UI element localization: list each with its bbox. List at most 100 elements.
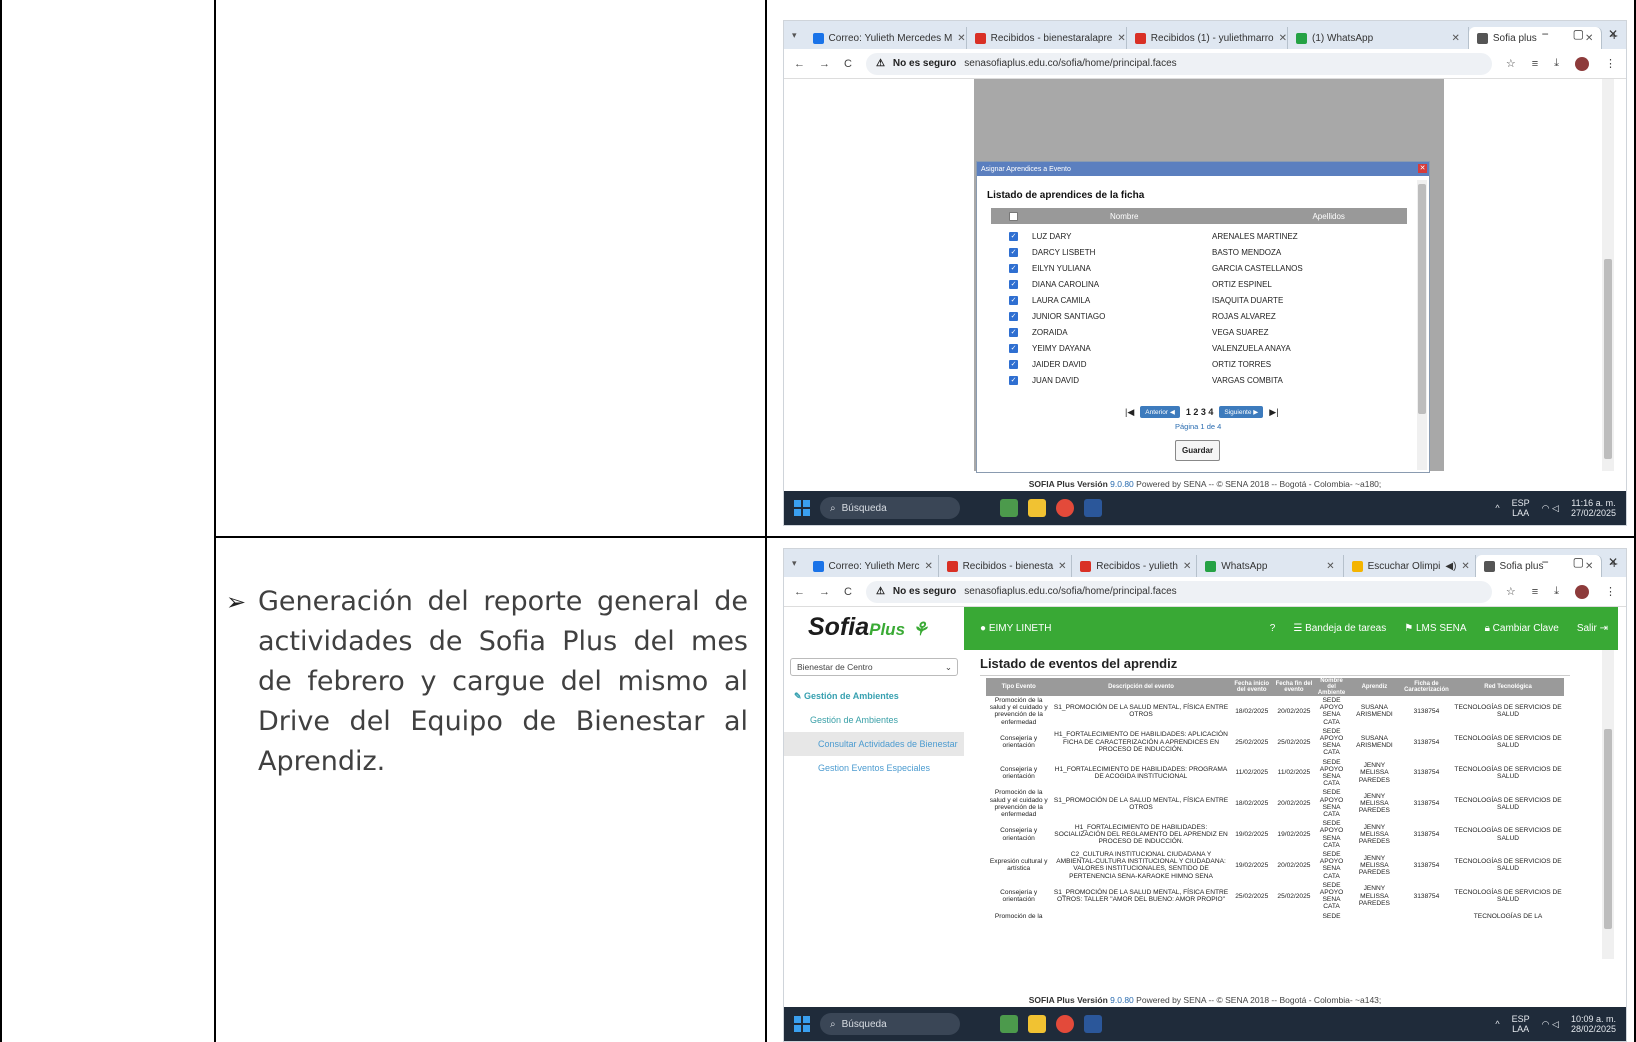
forward-icon[interactable]: → — [819, 586, 830, 598]
browser-tab[interactable]: Correo: Yulieth Mercedes M ✕ — [805, 27, 967, 49]
close-icon[interactable]: ✕ — [1326, 561, 1334, 572]
restore-icon[interactable]: ▢ — [1573, 555, 1584, 569]
browser-tab[interactable]: (1) WhatsApp ✕ — [1288, 27, 1469, 49]
clock[interactable]: 11:16 a. m. 27/02/2025 — [1571, 498, 1616, 518]
student-checkbox[interactable]: ✓ — [1009, 311, 1018, 321]
page-scrollbar-thumb[interactable] — [1604, 729, 1612, 929]
minimize-icon[interactable]: − — [1542, 27, 1549, 41]
star-icon[interactable]: ☆ — [1506, 585, 1516, 598]
role-select[interactable]: Bienestar de Centro ⌄ — [790, 658, 958, 676]
student-checkbox[interactable]: ✓ — [1009, 343, 1018, 353]
profile-avatar[interactable] — [1575, 584, 1589, 599]
wifi-icon[interactable]: ◠ ◁ — [1542, 503, 1559, 514]
browser-tab[interactable]: Escuchar Olimpi ◀) ✕ — [1344, 555, 1476, 577]
profile-avatar[interactable] — [1575, 56, 1589, 71]
student-checkbox[interactable]: ✓ — [1009, 247, 1018, 257]
reload-icon[interactable]: C — [844, 586, 852, 598]
folder-icon[interactable] — [1028, 1015, 1046, 1033]
chrome-icon[interactable] — [1056, 499, 1074, 517]
first-page-icon[interactable]: |◀ — [1125, 407, 1134, 418]
sidebar-item-consultar[interactable]: Consultar Actividades de Bienestar — [784, 732, 964, 756]
browser-tab[interactable]: Recibidos - yulieth ✕ — [1072, 555, 1198, 577]
wifi-icon[interactable]: ◠ ◁ — [1542, 1019, 1559, 1030]
last-page-icon[interactable]: ▶| — [1269, 407, 1278, 418]
select-all-checkbox[interactable] — [1009, 211, 1018, 221]
word-icon[interactable] — [1084, 1015, 1102, 1033]
browser-tab[interactable]: WhatsApp ✕ — [1197, 555, 1344, 577]
prev-button[interactable]: Anterior ◀ — [1140, 406, 1180, 418]
back-icon[interactable]: ← — [794, 58, 805, 70]
student-checkbox[interactable]: ✓ — [1009, 359, 1018, 369]
page-scrollbar-thumb[interactable] — [1604, 259, 1612, 459]
language-indicator[interactable]: ESP LAA — [1512, 498, 1530, 518]
forward-icon[interactable]: → — [819, 58, 830, 70]
close-icon[interactable]: ✕ — [1058, 561, 1066, 572]
page-numbers[interactable]: 1 2 3 4 — [1186, 407, 1214, 417]
widget-icon[interactable] — [1000, 1015, 1018, 1033]
close-icon[interactable]: ✕ — [957, 33, 965, 44]
student-checkbox[interactable]: ✓ — [1009, 231, 1018, 241]
close-window-icon[interactable]: ✕ — [1608, 555, 1618, 569]
chrome-icon[interactable] — [1056, 1015, 1074, 1033]
table-cell: 20/02/2025 — [1277, 707, 1311, 715]
close-icon[interactable]: ✕ — [1183, 561, 1191, 572]
restore-icon[interactable]: ▢ — [1573, 27, 1584, 41]
table-cell: H1_FORTALECIMIENTO DE HABILIDADES: PROGR… — [1054, 765, 1228, 781]
folder-icon[interactable] — [1028, 499, 1046, 517]
word-icon[interactable] — [1084, 499, 1102, 517]
student-checkbox[interactable]: ✓ — [1009, 375, 1018, 385]
modal-close-icon[interactable]: ✕ — [1418, 164, 1427, 173]
modal-scrollbar-thumb[interactable] — [1418, 184, 1426, 414]
close-icon[interactable]: ✕ — [1461, 561, 1469, 572]
minimize-icon[interactable]: − — [1542, 555, 1549, 569]
student-checkbox[interactable]: ✓ — [1009, 295, 1018, 305]
sidebar-sub-ambientes[interactable]: Gestión de Ambientes — [784, 708, 964, 732]
browser-tab[interactable]: Correo: Yulieth Merc ✕ — [805, 555, 939, 577]
student-checkbox[interactable]: ✓ — [1009, 263, 1018, 273]
close-icon[interactable]: ✕ — [925, 561, 933, 572]
taskbar-search[interactable]: ⌕ Búsqueda — [820, 1013, 960, 1035]
prev-label: Anterior — [1145, 409, 1169, 416]
tab-menu-icon[interactable]: ▾ — [784, 558, 805, 569]
menu-tasks[interactable]: ☰ Bandeja de tareas — [1293, 623, 1386, 634]
star-icon[interactable]: ☆ — [1506, 57, 1516, 70]
menu-password-label: Cambiar Clave — [1492, 623, 1559, 634]
sidebar-item-eventos[interactable]: Gestion Eventos Especiales — [784, 756, 964, 780]
student-checkbox[interactable]: ✓ — [1009, 279, 1018, 289]
sofia-logo[interactable]: SofiaPlus ⚘ — [808, 613, 928, 642]
next-button[interactable]: Siguiente ▶ — [1219, 406, 1264, 418]
windows-start-icon[interactable] — [794, 1016, 810, 1032]
menu-password[interactable]: 🔒︎ Cambiar Clave — [1485, 623, 1559, 634]
tray-chevron-icon[interactable]: ^ — [1495, 1019, 1499, 1029]
url-field[interactable]: ⚠ No es seguro senasofiaplus.edu.co/sofi… — [865, 52, 1492, 75]
language-indicator[interactable]: ESP LAA — [1512, 1014, 1530, 1034]
more-icon[interactable]: ⋮ — [1605, 585, 1616, 598]
url-field[interactable]: ⚠ No es seguro senasofiaplus.edu.co/sofi… — [865, 580, 1492, 603]
browser-tab[interactable]: Recibidos - bienesta ✕ — [939, 555, 1073, 577]
playlist-icon[interactable]: ≡ — [1532, 586, 1538, 598]
taskbar-search[interactable]: ⌕ Búsqueda — [820, 497, 960, 519]
download-icon[interactable]: ⤓ — [1554, 57, 1559, 70]
windows-start-icon[interactable] — [794, 500, 810, 516]
widget-icon[interactable] — [1000, 499, 1018, 517]
close-icon[interactable]: ✕ — [1117, 33, 1125, 44]
tray-chevron-icon[interactable]: ^ — [1495, 503, 1499, 513]
download-icon[interactable]: ⤓ — [1554, 585, 1559, 598]
browser-tab[interactable]: Recibidos - bienestaralapre ✕ — [967, 27, 1127, 49]
browser-tab[interactable]: Recibidos (1) - yuliethmarro ✕ — [1127, 27, 1288, 49]
reload-icon[interactable]: C — [844, 58, 852, 70]
tab-menu-icon[interactable]: ▾ — [784, 30, 805, 41]
save-button[interactable]: Guardar — [1175, 440, 1221, 461]
close-window-icon[interactable]: ✕ — [1608, 27, 1618, 41]
student-checkbox[interactable]: ✓ — [1009, 327, 1018, 337]
close-icon[interactable]: ✕ — [1279, 33, 1287, 44]
help-icon[interactable]: ? — [1270, 623, 1276, 634]
sidebar-group-ambientes[interactable]: ✎ Gestión de Ambientes — [784, 684, 964, 708]
clock[interactable]: 10:09 a. m. 28/02/2025 — [1571, 1014, 1616, 1034]
menu-lms[interactable]: ⚑ LMS SENA — [1404, 623, 1466, 634]
close-icon[interactable]: ✕ — [1452, 33, 1460, 44]
menu-logout[interactable]: Salir ⇥ — [1577, 623, 1608, 634]
back-icon[interactable]: ← — [794, 586, 805, 598]
playlist-icon[interactable]: ≡ — [1532, 58, 1538, 70]
more-icon[interactable]: ⋮ — [1605, 57, 1616, 70]
